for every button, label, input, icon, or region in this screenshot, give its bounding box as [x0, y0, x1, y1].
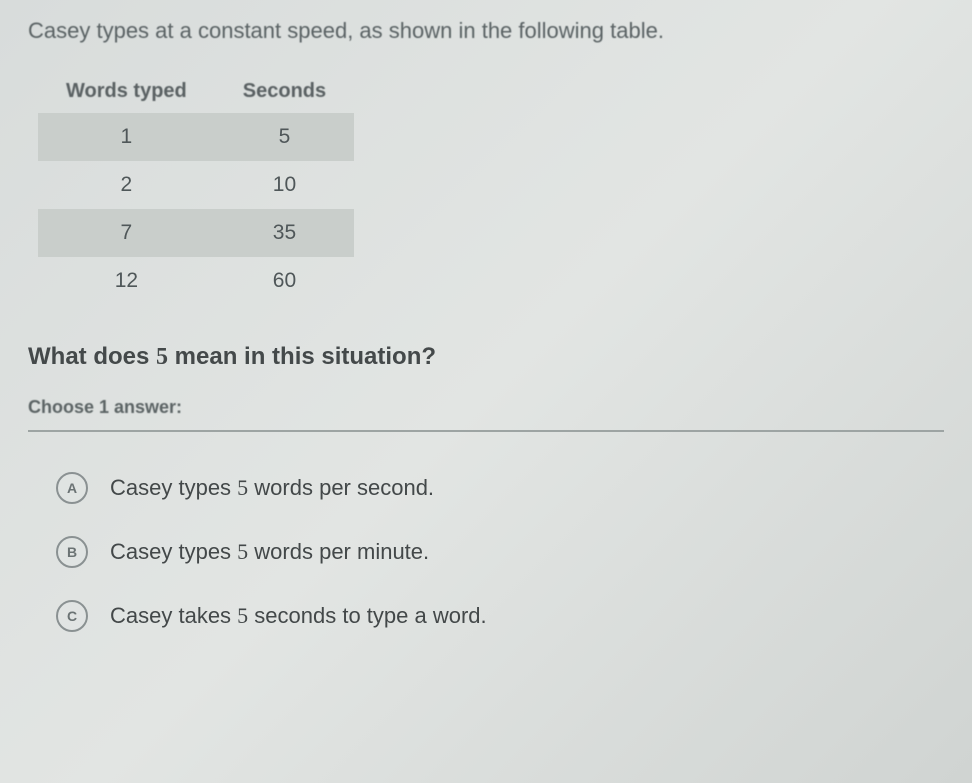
cell-seconds: 5	[215, 113, 354, 161]
data-table: Words typed Seconds 1 5 2 10 7 35 12 60	[38, 72, 354, 305]
header-seconds: Seconds	[215, 72, 354, 113]
cell-words: 2	[38, 161, 215, 209]
table-row: 7 35	[38, 209, 354, 257]
option-c-suffix: seconds to type a word.	[248, 603, 486, 628]
radio-letter-b: B	[56, 536, 88, 568]
cell-words: 12	[38, 257, 215, 305]
header-words: Words typed	[38, 72, 215, 113]
choose-label: Choose 1 answer:	[28, 397, 944, 418]
question-prefix: What does	[28, 343, 156, 370]
radio-letter-a: A	[56, 472, 88, 504]
intro-text: Casey types at a constant speed, as show…	[28, 18, 944, 44]
cell-seconds: 60	[215, 257, 354, 305]
option-a-num: 5	[237, 475, 248, 500]
option-c-prefix: Casey takes	[110, 603, 237, 628]
cell-words: 1	[38, 113, 215, 161]
option-b-suffix: words per minute.	[248, 539, 429, 564]
table-header-row: Words typed Seconds	[38, 72, 354, 113]
cell-words: 7	[38, 209, 215, 257]
option-b-num: 5	[237, 539, 248, 564]
question-value: 5	[156, 344, 168, 370]
table-row: 1 5	[38, 113, 354, 161]
question-suffix: mean in this situation?	[168, 343, 436, 370]
option-text-b: Casey types 5 words per minute.	[110, 539, 429, 565]
table-row: 2 10	[38, 161, 354, 209]
answer-option-c[interactable]: C Casey takes 5 seconds to type a word.	[28, 584, 944, 648]
option-c-num: 5	[237, 603, 248, 628]
option-text-c: Casey takes 5 seconds to type a word.	[110, 603, 487, 629]
option-a-suffix: words per second.	[248, 475, 434, 500]
table-row: 12 60	[38, 257, 354, 305]
option-a-prefix: Casey types	[110, 475, 237, 500]
cell-seconds: 35	[215, 209, 354, 257]
divider	[28, 430, 944, 432]
option-b-prefix: Casey types	[110, 539, 237, 564]
question-text: What does 5 mean in this situation?	[28, 343, 944, 371]
answer-option-a[interactable]: A Casey types 5 words per second.	[28, 456, 944, 520]
radio-letter-c: C	[56, 600, 88, 632]
cell-seconds: 10	[215, 161, 354, 209]
option-text-a: Casey types 5 words per second.	[110, 475, 434, 501]
answer-option-b[interactable]: B Casey types 5 words per minute.	[28, 520, 944, 584]
